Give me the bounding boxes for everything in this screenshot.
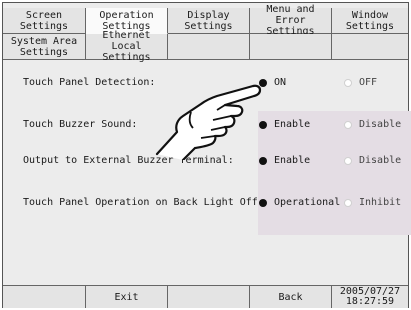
tab-row-secondary: System Area Settings Ethernet Local Sett… [3, 30, 408, 63]
radio-label: Enable [274, 119, 311, 130]
tab-placeholder [168, 34, 250, 60]
pointing-hand-icon [155, 84, 262, 160]
bottom-empty-slot [168, 286, 250, 308]
radio-enable[interactable]: Enable [259, 155, 310, 166]
radio-label: OFF [359, 77, 378, 88]
tab-placeholder [332, 34, 408, 60]
radio-enable[interactable]: Enable [259, 119, 310, 130]
radio-disable[interactable]: Disable [344, 155, 401, 166]
clock: 2005/07/27 18:27:59 [332, 286, 408, 308]
setting-row-backlight-operation: Touch Panel Operation on Back Light Off:… [11, 195, 403, 211]
radio-operational[interactable]: Operational [259, 197, 340, 208]
tab-window-settings[interactable]: Window Settings [332, 8, 408, 34]
radio-unselected-icon [344, 120, 352, 129]
bottom-bar: Exit Back 2005/07/27 18:27:59 [3, 285, 408, 308]
radio-label: Disable [359, 155, 402, 166]
exit-button[interactable]: Exit [86, 286, 168, 308]
radio-off[interactable]: OFF [344, 77, 377, 88]
tab-row-primary: Screen Settings Operation Settings Displ… [3, 4, 408, 37]
setting-label: Touch Panel Operation on Back Light Off: [23, 197, 264, 208]
tab-ethernet-local-settings[interactable]: Ethernet Local Settings [86, 30, 168, 63]
tab-screen-settings[interactable]: Screen Settings [3, 8, 86, 34]
tab-display-settings[interactable]: Display Settings [168, 8, 250, 34]
settings-window: Screen Settings Operation Settings Displ… [2, 2, 411, 308]
radio-unselected-icon [344, 156, 352, 165]
tab-placeholder [250, 34, 332, 60]
clock-time: 18:27:59 [345, 296, 395, 307]
radio-disable[interactable]: Disable [344, 119, 401, 130]
back-button[interactable]: Back [250, 286, 332, 308]
radio-inhibit[interactable]: Inhibit [344, 197, 401, 208]
setting-label: Touch Panel Detection: [23, 77, 156, 88]
setting-label: Touch Buzzer Sound: [23, 119, 138, 130]
radio-unselected-icon [344, 198, 352, 207]
tab-system-area-settings[interactable]: System Area Settings [3, 34, 86, 60]
radio-label: Operational [274, 197, 341, 208]
radio-unselected-icon [344, 78, 352, 87]
radio-label: Inhibit [359, 197, 402, 208]
radio-label: Disable [359, 119, 402, 130]
radio-selected-icon [259, 198, 267, 207]
radio-label: ON [274, 77, 287, 88]
tab-menu-error-settings[interactable]: Menu and Error Settings [250, 4, 332, 37]
radio-label: Enable [274, 155, 311, 166]
bottom-empty-slot [3, 286, 86, 308]
